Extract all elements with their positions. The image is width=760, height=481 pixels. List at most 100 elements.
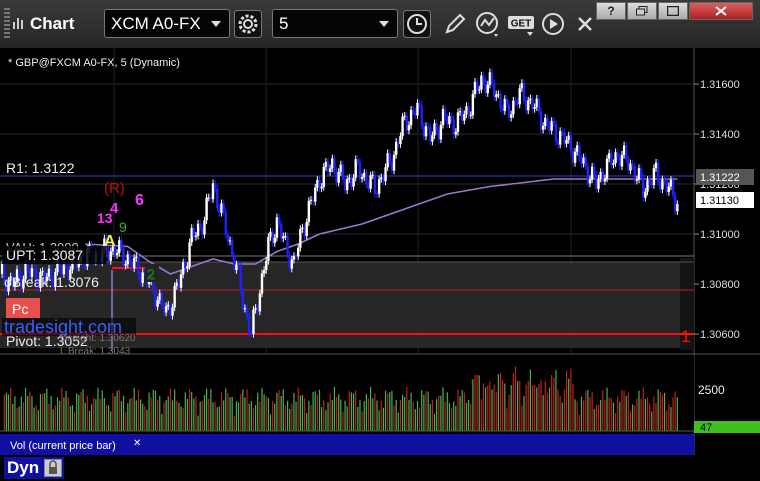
volume-bar (372, 398, 374, 431)
symbol-select[interactable]: XCM A0-FX (104, 9, 230, 38)
help-button[interactable]: ? (596, 2, 626, 20)
price-tick-label: 1.30600 (700, 329, 740, 341)
r1-label: R1: 1.3122 (6, 160, 75, 176)
pc-label: Pc (12, 301, 28, 317)
price-bar-body (646, 180, 649, 192)
volume-bar (257, 392, 259, 431)
volume-bar (269, 414, 272, 431)
volume-bar (365, 394, 367, 431)
volume-close-icon[interactable]: ✕ (133, 438, 141, 449)
volume-bar (572, 383, 574, 431)
interval-select[interactable]: 5 (272, 9, 398, 38)
get-label: GET (511, 19, 532, 30)
volume-bar (33, 407, 35, 431)
price-bar-body (333, 158, 336, 172)
volume-bar (482, 383, 485, 431)
volume-bar (553, 377, 555, 431)
volume-bar (274, 403, 276, 431)
price-bar-body (531, 98, 534, 109)
volume-bar (148, 392, 150, 431)
dyn-tab[interactable]: Dyn (4, 457, 64, 479)
marker-9: 9 (119, 219, 127, 235)
volume-bar (218, 406, 220, 431)
drag-grip[interactable] (4, 8, 10, 38)
volume-bar (131, 397, 133, 431)
price-bar-body (177, 282, 181, 288)
price-bar-body (605, 158, 609, 179)
chart-area[interactable]: * GBP@FXCM A0-FX, 5 (Dynamic) R1: 1.3122… (0, 48, 760, 455)
volume-bar (529, 369, 531, 431)
symbol-value: XCM A0-FX (111, 14, 201, 33)
price-bar-body (412, 109, 415, 112)
price-bar-body (471, 94, 475, 116)
volume-bar (133, 387, 135, 431)
price-bar-body (420, 104, 423, 127)
volume-bar (157, 399, 159, 431)
lock-icon[interactable] (44, 459, 62, 477)
price-bar-body (122, 247, 125, 266)
price-bar-body (524, 100, 528, 111)
price-bar-body (656, 162, 660, 183)
volume-bar (105, 404, 108, 431)
price-bar-body (674, 195, 677, 212)
settings-gear-icon[interactable] (234, 10, 262, 38)
price-bar-body (567, 135, 570, 140)
volume-bar (22, 402, 25, 431)
clock-icon[interactable] (403, 10, 431, 38)
volume-bar (355, 390, 357, 431)
price-bar-body (358, 161, 362, 179)
price-bar-body (154, 289, 157, 307)
volume-bar (178, 402, 180, 431)
price-bar-body (160, 293, 164, 306)
interval-value: 5 (279, 14, 289, 33)
price-bar-body (505, 98, 509, 105)
price-bar-body (582, 157, 585, 164)
price-bar-body (648, 180, 651, 185)
price-bar-body (367, 184, 370, 189)
volume-bar (352, 393, 355, 431)
price-bar-body (179, 274, 183, 288)
volume-bar (80, 391, 82, 431)
price-bar-body (433, 123, 436, 136)
price-bar-body (260, 273, 264, 294)
price-bar-body (558, 131, 562, 145)
volume-bar (171, 400, 174, 431)
price-tick-label: 1.31400 (700, 129, 740, 141)
volume-bar (142, 403, 144, 431)
volume-bar (186, 398, 189, 431)
volume-bar (674, 391, 676, 431)
close-icon (715, 6, 727, 16)
volume-bar (548, 387, 551, 431)
price-bar-body (618, 156, 622, 167)
price-bar-body (463, 114, 466, 121)
play-icon[interactable] (540, 10, 568, 38)
volume-bar (295, 401, 297, 431)
price-bar-body (230, 240, 234, 257)
close-chart-icon[interactable] (571, 10, 599, 38)
indicator-icon[interactable] (474, 10, 502, 38)
price-bar-body (167, 304, 170, 307)
volume-bar (389, 392, 391, 431)
volume-bar (487, 385, 489, 431)
close-window-button[interactable] (689, 2, 753, 20)
dyn-label: Dyn (7, 458, 40, 477)
volume-bar (436, 399, 438, 431)
price-bar-body (565, 139, 568, 144)
volume-bar (666, 410, 668, 431)
volume-bar (63, 397, 65, 431)
pencil-draw-icon[interactable] (441, 10, 469, 38)
price-bar-body (218, 207, 221, 213)
get-data-icon[interactable]: GET (506, 10, 536, 38)
maximize-button[interactable] (658, 2, 688, 20)
volume-bar (252, 408, 255, 431)
volume-bar (580, 396, 583, 431)
restore-button[interactable] (627, 2, 657, 20)
price-bar-body (375, 193, 379, 195)
price-bar-body (305, 222, 308, 236)
volume-bar (527, 380, 529, 431)
volume-bar (563, 389, 566, 431)
price-bar-body (667, 186, 671, 193)
price-bar-body (478, 89, 481, 91)
marker-a: A (104, 233, 116, 250)
price-bar-body (120, 240, 123, 248)
